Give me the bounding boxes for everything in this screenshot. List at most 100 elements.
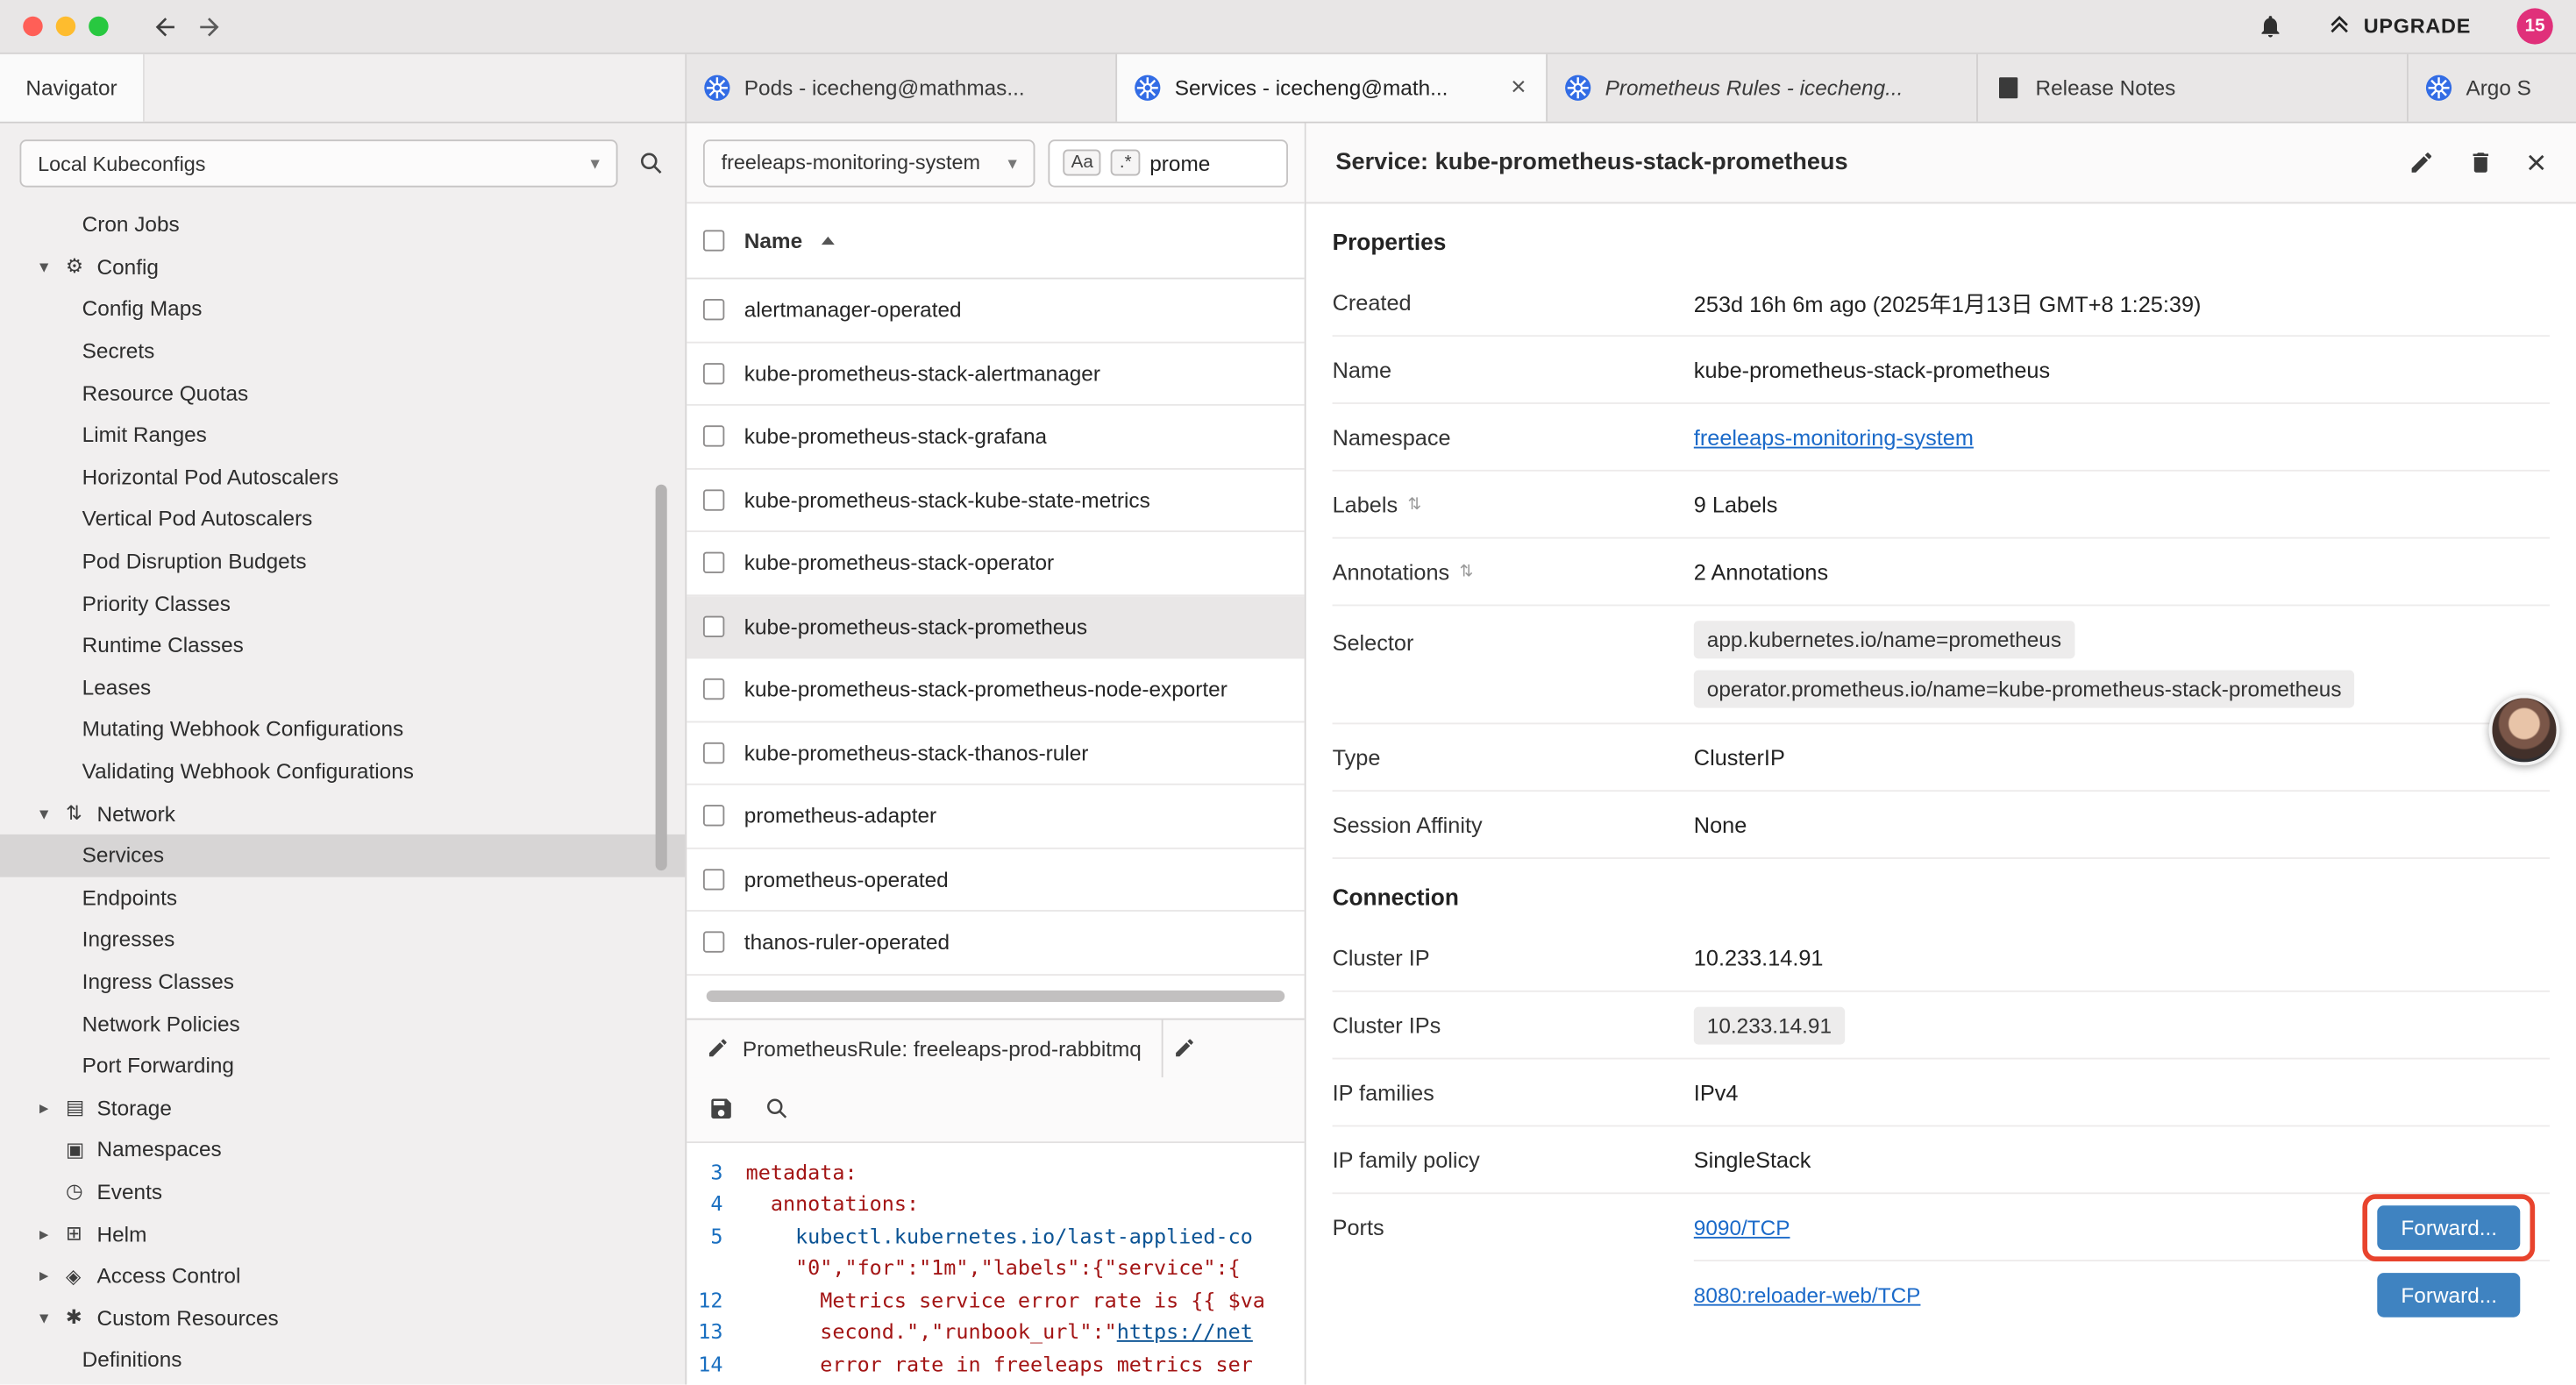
sidebar-item[interactable]: Cron Jobs [0, 203, 685, 245]
table-row[interactable]: kube-prometheus-stack-alertmanager [687, 343, 1305, 406]
table-row[interactable]: kube-prometheus-stack-kube-state-metrics [687, 469, 1305, 532]
sidebar-item[interactable]: Services [0, 835, 685, 877]
sidebar-item[interactable]: Resource Quotas [0, 372, 685, 414]
table-row[interactable]: kube-prometheus-stack-operator [687, 532, 1305, 595]
forward-button[interactable]: Forward... [2378, 1204, 2520, 1249]
back-button[interactable] [151, 12, 179, 40]
row-checkbox[interactable] [703, 806, 724, 827]
editor-dock-tab[interactable]: PrometheusRule: freeleaps-prod-rabbitmq [687, 1019, 1163, 1077]
expand-toggle-icon[interactable]: ⇅ [1459, 563, 1473, 581]
tree-chevron-icon[interactable]: ▾ [39, 256, 66, 277]
sidebar-item[interactable]: ◷ Events [0, 1170, 685, 1212]
sidebar-scrollbar[interactable] [656, 485, 667, 870]
tab-close-icon[interactable]: × [1507, 73, 1529, 103]
sidebar-item[interactable]: Validating Webhook Configurations [0, 750, 685, 792]
sidebar-item[interactable]: Endpoints [0, 877, 685, 919]
sidebar-item[interactable]: Horizontal Pod Autoscalers [0, 456, 685, 498]
expand-toggle-icon[interactable]: ⇅ [1407, 495, 1421, 514]
sidebar-item[interactable]: Definitions [0, 1339, 685, 1381]
sidebar-item[interactable]: Runtime Classes [0, 624, 685, 666]
forward-nav-button[interactable] [196, 12, 224, 40]
sidebar-item[interactable]: Secrets [0, 330, 685, 372]
tree-chevron-icon[interactable]: ▾ [39, 1307, 66, 1328]
tree-chevron-icon[interactable]: ▸ [39, 1097, 66, 1118]
match-case-toggle[interactable]: Aa [1063, 150, 1101, 176]
tree-chevron-icon[interactable]: ▾ [39, 803, 66, 824]
details-body: Properties Created 253d 16h 6m ago (2025… [1306, 203, 2576, 1385]
select-all-checkbox[interactable] [703, 230, 724, 251]
row-checkbox[interactable] [703, 363, 724, 384]
tree-chevron-icon[interactable]: ▸ [39, 1223, 66, 1244]
editor-tab[interactable]: Pods - icecheng@mathmas... [687, 54, 1117, 122]
sidebar-item[interactable]: ▸ ⊞ Helm [0, 1212, 685, 1254]
sidebar-item[interactable]: Limit Ranges [0, 414, 685, 456]
port-link[interactable]: 8080:reloader-web/TCP [1694, 1282, 1921, 1307]
sidebar-item[interactable]: Leases [0, 666, 685, 708]
table-row[interactable]: kube-prometheus-stack-prometheus [687, 595, 1305, 658]
sidebar-item[interactable]: Pod Disruption Budgets [0, 540, 685, 582]
horizontal-scrollbar[interactable] [707, 991, 1285, 1002]
row-checkbox[interactable] [703, 299, 724, 320]
table-row[interactable]: alertmanager-operated [687, 280, 1305, 343]
table-row[interactable]: prometheus-adapter [687, 785, 1305, 849]
sidebar-search-icon[interactable] [637, 150, 665, 178]
navigator-tab[interactable]: Navigator [0, 54, 145, 122]
sidebar-item[interactable]: Config Maps [0, 288, 685, 330]
row-checkbox[interactable] [703, 426, 724, 447]
minimize-window-button[interactable] [56, 17, 75, 36]
row-checkbox[interactable] [703, 615, 724, 636]
forward-button[interactable]: Forward... [2378, 1273, 2520, 1318]
notifications-bell-icon[interactable] [2257, 13, 2283, 39]
tree-chevron-icon[interactable]: ▸ [39, 1265, 66, 1286]
edit-icon[interactable] [2408, 150, 2434, 176]
line-number: 13 [687, 1316, 745, 1348]
editor-tab[interactable]: Argo S [2409, 54, 2576, 122]
sidebar-item[interactable]: ▣ Namespaces [0, 1128, 685, 1170]
sidebar-item[interactable]: Network Policies [0, 1002, 685, 1044]
table-row[interactable]: kube-prometheus-stack-prometheus-node-ex… [687, 658, 1305, 721]
notification-count-badge[interactable]: 15 [2517, 8, 2553, 44]
table-row[interactable]: kube-prometheus-stack-thanos-ruler [687, 721, 1305, 785]
sidebar-item[interactable]: ▾ ⚙ Config [0, 245, 685, 288]
user-avatar[interactable] [2489, 695, 2560, 766]
sidebar-item[interactable]: Vertical Pod Autoscalers [0, 498, 685, 540]
delete-icon[interactable] [2467, 150, 2494, 176]
editor-tab[interactable]: Prometheus Rules - icecheng... [1548, 54, 1978, 122]
sidebar-item[interactable]: ▸ ◈ Access Control [0, 1254, 685, 1296]
sidebar-item[interactable]: ▾ ✱ Custom Resources [0, 1296, 685, 1339]
save-icon[interactable] [708, 1096, 735, 1122]
editor-tab[interactable]: Release Notes [1978, 54, 2409, 122]
sidebar-item[interactable]: Priority Classes [0, 582, 685, 624]
table-row[interactable]: kube-prometheus-stack-grafana [687, 406, 1305, 469]
upgrade-button[interactable]: UPGRADE [2326, 13, 2471, 39]
table-row[interactable]: prometheus-operated [687, 849, 1305, 912]
kubeconfig-selector[interactable]: Local Kubeconfigs ▾ [19, 139, 617, 187]
horizontal-scrollbar-track [687, 975, 1305, 1018]
regex-toggle[interactable]: .* [1112, 150, 1140, 176]
sidebar-item[interactable]: Mutating Webhook Configurations [0, 708, 685, 750]
sidebar-item[interactable]: Ingresses [0, 919, 685, 961]
row-checkbox[interactable] [703, 932, 724, 953]
sidebar-item[interactable]: Ingress Classes [0, 961, 685, 1003]
close-icon[interactable]: × [2526, 146, 2546, 180]
editor-tab[interactable]: Services - icecheng@math... × [1117, 54, 1548, 122]
row-checkbox[interactable] [703, 742, 724, 763]
sidebar-item[interactable]: Port Forwarding [0, 1044, 685, 1086]
namespace-link[interactable]: freeleaps-monitoring-system [1694, 424, 1974, 449]
maximize-window-button[interactable] [89, 17, 108, 36]
namespace-selector[interactable]: freeleaps-monitoring-system ▾ [703, 138, 1035, 186]
close-window-button[interactable] [23, 17, 42, 36]
sidebar-item[interactable]: ▸ ▤ Storage [0, 1086, 685, 1128]
row-checkbox[interactable] [703, 489, 724, 510]
sidebar-item[interactable]: ▾ ⇅ Network [0, 792, 685, 835]
editor-dock-tab-partial[interactable] [1163, 1019, 1305, 1077]
port-link[interactable]: 9090/TCP [1694, 1215, 1790, 1239]
row-checkbox[interactable] [703, 869, 724, 890]
yaml-editor[interactable]: 3metadata: 4 annotations: 5 kubectl.kube… [687, 1142, 1305, 1385]
table-row[interactable]: thanos-ruler-operated [687, 912, 1305, 975]
name-column-header[interactable]: Name [744, 228, 802, 252]
row-checkbox[interactable] [703, 552, 724, 573]
row-checkbox[interactable] [703, 678, 724, 700]
search-input[interactable]: Aa .* prome [1048, 138, 1288, 186]
editor-search-icon[interactable] [764, 1096, 790, 1122]
